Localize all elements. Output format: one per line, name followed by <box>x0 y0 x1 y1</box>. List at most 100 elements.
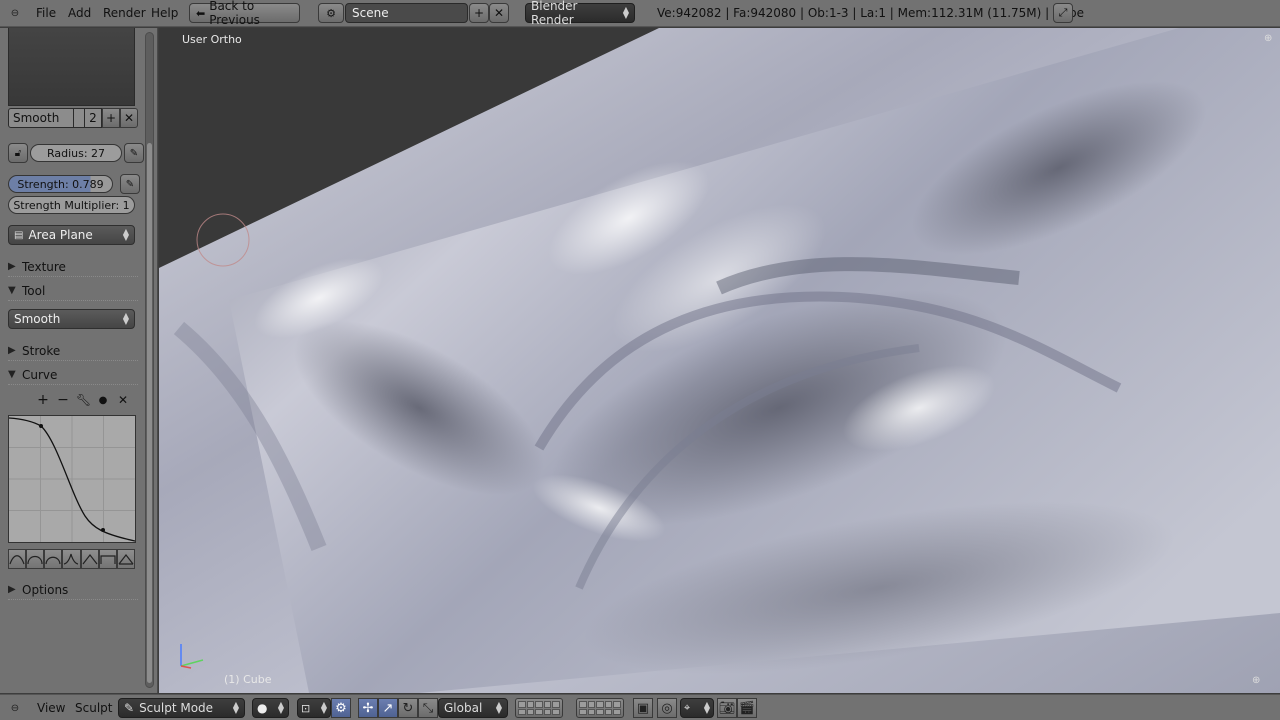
max-curve-icon <box>118 554 134 565</box>
menu-sculpt[interactable]: Sculpt <box>73 698 114 718</box>
fullscreen-toggle-button[interactable]: ⤢ <box>1053 3 1073 23</box>
curve-panel-header[interactable]: ▼ Curve <box>8 365 138 385</box>
layer-lock-icon[interactable]: ▣ <box>633 698 653 718</box>
strength-multiplier-field[interactable]: Strength Multiplier: 1 <box>8 196 135 214</box>
texture-panel-header[interactable]: ▶ Texture <box>8 257 138 277</box>
render-engine-label: Blender Render <box>531 0 578 27</box>
updown-arrows-icon: ▲ ▼ <box>622 5 629 20</box>
pivot-point-select[interactable]: ⊡ ▲ ▼ <box>297 698 331 718</box>
scene-statistics: Ve:942082 | Fa:942080 | Ob:1-3 | La:1 | … <box>657 6 1084 20</box>
expanded-triangle-icon: ▼ <box>8 369 16 380</box>
updown-arrows-icon: ▲ ▼ <box>122 227 129 242</box>
manipulator-icon: ⚙ <box>331 698 351 718</box>
sharp-preset-button[interactable] <box>62 549 81 569</box>
zoom-out-icon[interactable]: − <box>56 392 70 408</box>
stroke-panel-header[interactable]: ▶ Stroke <box>8 341 138 361</box>
brush-delete-button[interactable]: ✕ <box>120 108 138 128</box>
strength-slider[interactable]: Strength: 0.789 <box>8 175 113 193</box>
falloff-curve-editor[interactable] <box>8 415 136 543</box>
menu-add[interactable]: Add <box>66 3 93 23</box>
collapsed-triangle-icon: ▶ <box>8 261 16 272</box>
render-animation-icon[interactable]: 🎬︎ <box>737 698 757 718</box>
lock-icon: 🔓︎ <box>14 147 22 159</box>
transform-orientation-select[interactable]: Global ▲ ▼ <box>438 698 508 718</box>
3d-viewport[interactable]: User Ortho (1) Cube ⊕ ⊕ <box>159 28 1280 693</box>
curve-panel-label: Curve <box>22 367 58 382</box>
sculpt-plane-select[interactable]: ▤ Area Plane ▲ ▼ <box>8 225 135 245</box>
tool-panel-header[interactable]: ▼ Tool <box>8 281 138 301</box>
area-split-widget-icon[interactable]: ⊕ <box>1252 675 1260 686</box>
handle-dot-icon[interactable]: ● <box>96 395 110 406</box>
rotate-icon[interactable]: ↻ <box>398 698 418 718</box>
tool-select-label: Smooth <box>14 312 61 326</box>
scene-name: Scene <box>352 6 389 20</box>
arrow-icon[interactable]: ↗ <box>378 698 398 718</box>
render-engine-select[interactable]: Blender Render ▲ ▼ <box>525 0 635 27</box>
brush-name-field[interactable]: Smooth <box>8 108 74 128</box>
editor-type-button[interactable]: ⊖ <box>6 698 24 718</box>
wrench-icon[interactable]: 🔧︎ <box>76 393 91 407</box>
constant-preset-button[interactable] <box>98 549 117 569</box>
snap-icon: ⌖ <box>684 701 691 714</box>
layers-group-1[interactable] <box>515 698 563 718</box>
brush-name: Smooth <box>13 111 60 125</box>
updown-arrows-icon: ▲ ▼ <box>277 700 284 715</box>
linear-preset-button[interactable] <box>80 549 99 569</box>
tool-shelf-scrollbar[interactable] <box>145 32 154 688</box>
brush-datablock: Smooth 2 + ✕ <box>8 108 138 128</box>
root-preset-button[interactable] <box>44 549 63 569</box>
tool-select[interactable]: Smooth ▲ ▼ <box>8 309 135 329</box>
max-preset-button[interactable] <box>116 549 135 569</box>
proportional-edit-icon[interactable]: ◎ <box>657 698 677 718</box>
collapsed-triangle-icon: ▶ <box>8 584 16 595</box>
constant-curve-icon <box>100 555 116 564</box>
viewport-shading-select[interactable]: ● ▲ ▼ <box>252 698 289 718</box>
options-panel-label: Options <box>22 582 69 597</box>
menu-file[interactable]: File <box>34 3 58 23</box>
layers-group-2[interactable] <box>576 698 624 718</box>
sphere-preset-button[interactable] <box>26 549 45 569</box>
sculpt-plane-label: Area Plane <box>28 228 93 242</box>
updown-arrows-icon: ▲ ▼ <box>320 700 327 715</box>
sculpted-mesh <box>159 28 1280 693</box>
menu-render[interactable]: Render <box>101 3 148 23</box>
scene-delete-button[interactable]: ✕ <box>489 3 509 23</box>
plus-icon: + <box>473 6 485 20</box>
options-panel-header[interactable]: ▶ Options <box>8 580 138 600</box>
radius-lock-button[interactable]: 🔓︎ <box>8 143 28 163</box>
strength-pressure-button[interactable]: ✎ <box>120 174 140 194</box>
solid-shading-icon: ● <box>257 701 268 715</box>
viewport-header: ⊖ View Sculpt ✎ Sculpt Mode ▲ ▼ ● ▲ ▼ ⊡ ▲ ▼… <box>0 694 1280 720</box>
zoom-in-icon[interactable]: + <box>36 392 50 408</box>
snap-element-select[interactable]: ⌖ ▲ ▼ <box>680 698 714 718</box>
radius-pressure-button[interactable]: ✎ <box>124 143 144 163</box>
tool-select-row: Smooth ▲ ▼ <box>8 309 135 329</box>
scene-name-field[interactable]: Scene <box>345 3 468 23</box>
render-still-icon[interactable]: 📷︎ <box>717 698 737 718</box>
close-icon: ✕ <box>493 6 505 20</box>
orientation-label: Global <box>444 701 483 715</box>
brush-add-button[interactable]: + <box>102 108 120 128</box>
radius-slider[interactable]: Radius: 27 <box>30 144 122 162</box>
smooth-preset-button[interactable] <box>8 549 27 569</box>
area-split-widget-icon[interactable]: ⊕ <box>1264 33 1272 44</box>
mode-select[interactable]: ✎ Sculpt Mode ▲ ▼ <box>118 698 245 718</box>
brush-users-count[interactable]: 2 <box>84 108 102 128</box>
editor-type-icon[interactable]: ⊖ <box>6 3 24 23</box>
back-to-previous-button[interactable]: ⬅ Back to Previous <box>189 0 300 27</box>
scene-browse-button[interactable]: ⚙ <box>318 3 344 23</box>
scrollbar-thumb[interactable] <box>147 143 152 683</box>
brush-preview[interactable] <box>8 28 135 106</box>
layers-grid-icon <box>515 698 563 718</box>
scene-add-button[interactable]: + <box>469 3 489 23</box>
close-icon[interactable]: ✕ <box>116 393 130 407</box>
translate-icon[interactable]: ✢ <box>358 698 378 718</box>
pen-pressure-icon: ✎ <box>129 147 139 159</box>
radius-row: 🔓︎ Radius: 27 ✎ <box>8 143 144 163</box>
manipulator-toggle[interactable]: ⚙ <box>331 698 351 718</box>
menu-help[interactable]: Help <box>149 3 180 23</box>
layers-grid-icon <box>576 698 624 718</box>
smooth-curve-icon <box>9 555 25 565</box>
menu-view[interactable]: View <box>35 698 67 718</box>
scale-icon[interactable]: ⤡ <box>418 698 438 718</box>
